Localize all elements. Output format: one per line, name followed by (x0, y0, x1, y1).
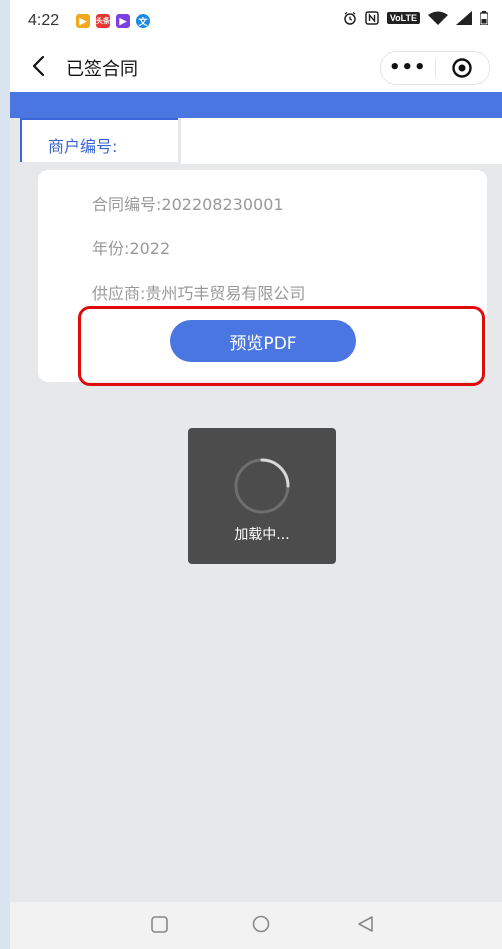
nfc-icon (365, 11, 379, 25)
wifi-icon (428, 11, 448, 25)
alarm-icon (343, 11, 357, 25)
square-icon (151, 916, 168, 933)
contract-number-row: 合同编号:202208230001 (92, 191, 284, 215)
supplier-label: 供应商: (92, 284, 146, 303)
nav-bar: 已签合同 ••• (10, 40, 502, 92)
supplier-value: 贵州巧丰贸易有限公司 (145, 284, 306, 303)
recent-apps-button[interactable] (150, 914, 170, 938)
system-nav-bar (10, 902, 502, 949)
video-play-icon: ▶ (76, 14, 90, 28)
signal-icon (456, 11, 472, 25)
loading-toast: 加载中... (188, 428, 336, 564)
contract-number-value: 202208230001 (161, 195, 284, 214)
battery-icon (480, 11, 488, 25)
merchant-number-input[interactable] (181, 118, 502, 164)
year-value: 2022 (129, 239, 171, 258)
merchant-number-label: 商户编号: (48, 137, 118, 156)
mini-program-capsule: ••• (380, 51, 490, 85)
year-label: 年份: (92, 239, 130, 258)
year-row: 年份:2022 (92, 235, 170, 259)
status-time: 4:22 (28, 12, 60, 29)
contract-card: 合同编号:202208230001 年份:2022 供应商:贵州巧丰贸易有限公司… (38, 170, 487, 382)
page-title: 已签合同 (66, 59, 138, 80)
more-menu-button[interactable]: ••• (381, 53, 435, 83)
header-band (10, 92, 502, 118)
preview-pdf-button[interactable]: 预览PDF (170, 320, 356, 362)
contract-number-label: 合同编号: (92, 195, 162, 214)
status-icons: VoLTE (343, 11, 488, 25)
volte-badge: VoLTE (386, 12, 420, 24)
home-button[interactable] (251, 914, 271, 938)
close-mini-program-button[interactable] (436, 57, 490, 79)
back-arrow-icon[interactable] (28, 52, 52, 80)
toutiao-news-icon: 头条 (96, 14, 110, 28)
supplier-row: 供应商:贵州巧丰贸易有限公司 (92, 280, 305, 304)
status-bar: 4:22 ▶ 头条 ▶ 文 VoLTE (10, 0, 502, 40)
phone-screen: 4:22 ▶ 头条 ▶ 文 VoLTE 已签合同 ••• 商户编号: 合同编号:… (10, 0, 502, 949)
circle-icon (252, 915, 270, 933)
target-close-icon (452, 58, 472, 78)
loading-text: 加载中... (234, 527, 290, 543)
triangle-back-icon (358, 916, 373, 932)
loading-spinner-icon (234, 458, 290, 514)
back-button[interactable] (356, 914, 376, 938)
video-play-icon: ▶ (116, 14, 130, 28)
translate-app-icon: 文 (136, 14, 150, 28)
merchant-number-tab: 商户编号: (20, 118, 178, 162)
